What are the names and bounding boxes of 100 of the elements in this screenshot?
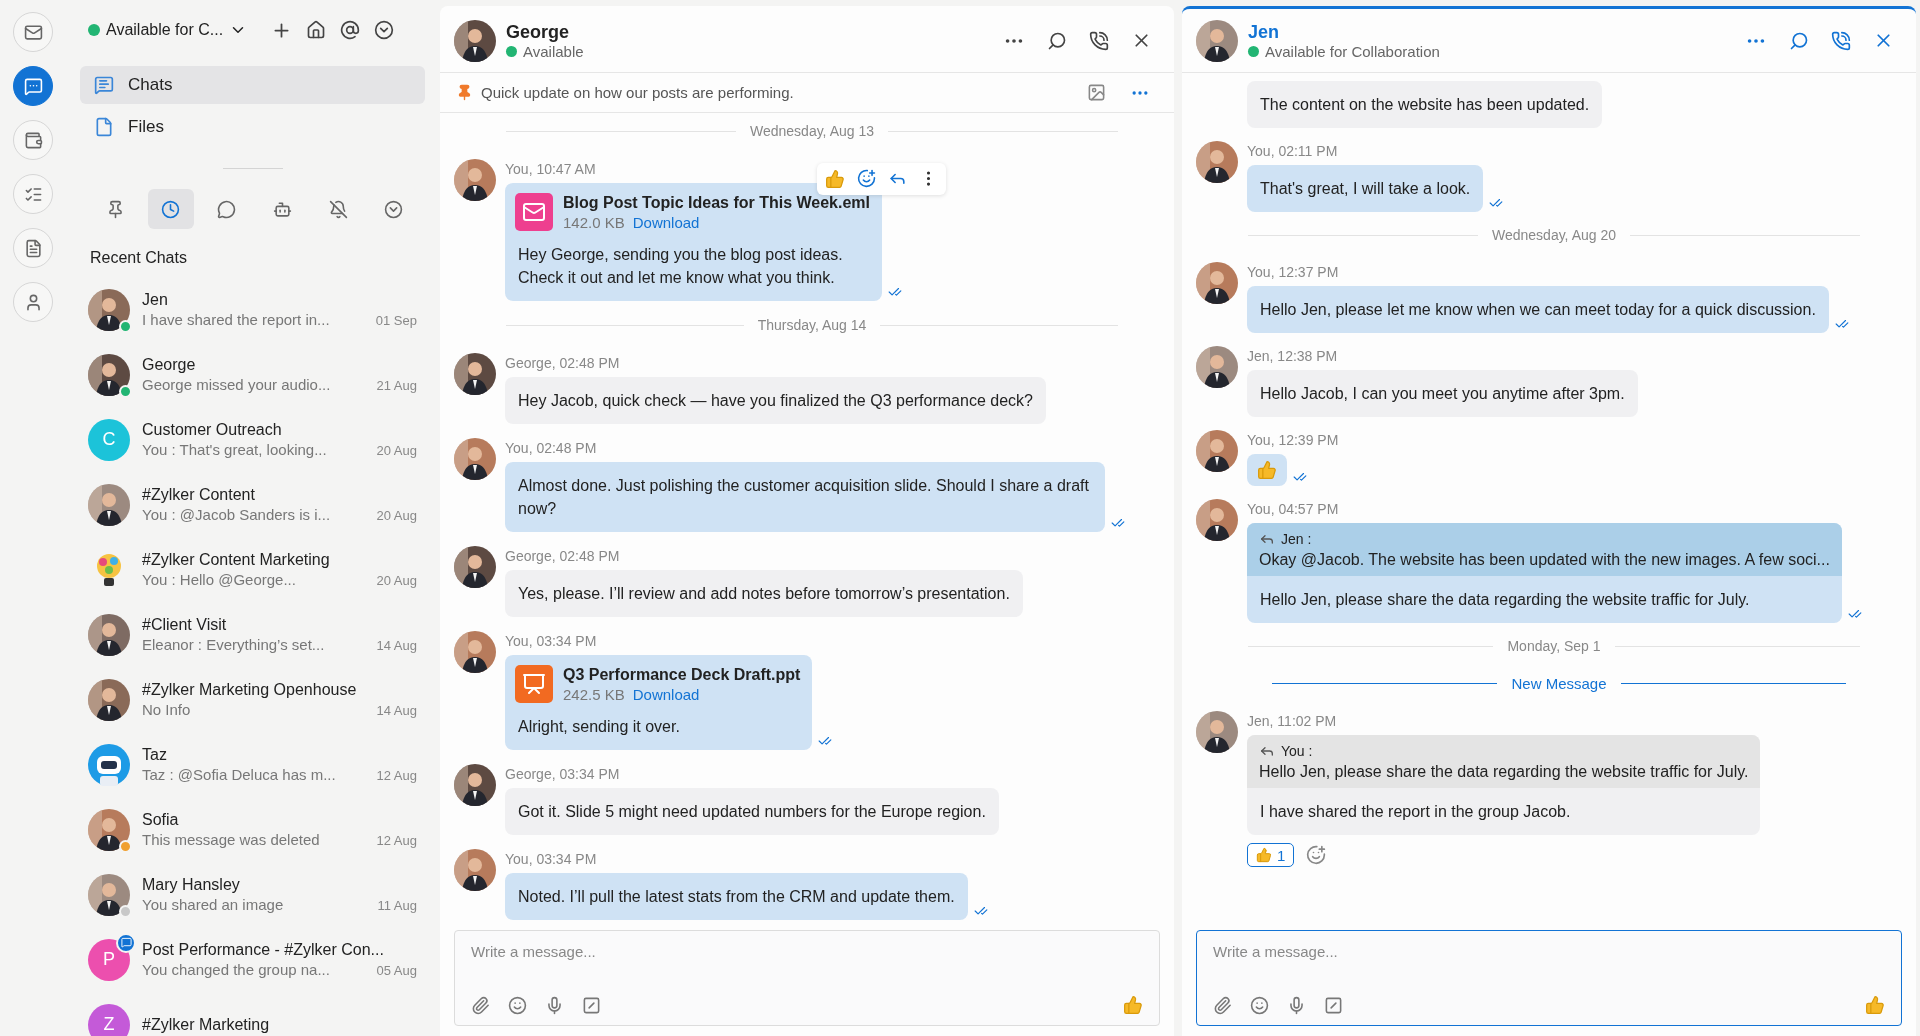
avatar: C bbox=[88, 418, 130, 461]
quote-text: Hello Jen, please share the data regarding the website traffic for July. bbox=[1259, 763, 1749, 781]
search-icon[interactable] bbox=[1789, 30, 1809, 51]
notes-icon[interactable] bbox=[13, 228, 53, 268]
chat-name: #Zylker Marketing bbox=[142, 1015, 271, 1034]
chat-date: 20 Aug bbox=[376, 573, 417, 588]
message-text: Hey George, sending you the blog post ideas. Check it out and let me know what you think. bbox=[517, 245, 844, 288]
chat-name: #Client Visit bbox=[142, 616, 228, 634]
chat-item[interactable]: #Client Visit Eleanor : Everything’s set... 14 Aug bbox=[80, 602, 425, 667]
message-input[interactable]: Write a message... bbox=[471, 943, 771, 960]
message-meta: Jen, 11:02 PM bbox=[1247, 713, 1338, 729]
chat-item[interactable]: Jen I have shared the report in... 01 Sep bbox=[80, 277, 425, 342]
chat-preview: You : @Jacob Sanders is i... bbox=[142, 506, 331, 523]
quote-author: You : bbox=[1281, 743, 1313, 759]
message-text: The content on the website has been updated. bbox=[1259, 95, 1591, 115]
add-reaction-icon[interactable] bbox=[1306, 845, 1327, 865]
chat-preview: You : That's great, looking... bbox=[142, 441, 327, 458]
at-sign-icon[interactable] bbox=[340, 20, 361, 40]
file-name: Q3 Performance Deck Draft.ppt bbox=[563, 665, 801, 684]
message-text: Yes, please. I’ll review and add notes before tomorrow’s presentation. bbox=[517, 584, 1011, 604]
microphone-icon[interactable] bbox=[1287, 995, 1306, 1015]
slash-command-icon[interactable] bbox=[1324, 995, 1343, 1015]
slash-command-icon[interactable] bbox=[582, 995, 601, 1015]
mail-icon[interactable] bbox=[13, 12, 53, 52]
chat-date: 20 Aug bbox=[376, 508, 417, 523]
message-text: Noted. I’ll pull the latest stats from the CRM and update them. bbox=[517, 887, 956, 907]
chat-date: 14 Aug bbox=[376, 638, 417, 653]
message-text: Hello Jacob, I can you meet you anytime after 3pm. bbox=[1259, 384, 1626, 404]
chevron-down-icon[interactable] bbox=[374, 20, 395, 40]
avatar: Z bbox=[88, 1003, 130, 1036]
chat-icon[interactable] bbox=[13, 66, 53, 106]
clock-filter-icon[interactable] bbox=[147, 189, 194, 229]
chat-name: Jen bbox=[142, 291, 169, 309]
chat-name: #Zylker Content Marketing bbox=[142, 551, 331, 569]
message-meta: You, 12:39 PM bbox=[1247, 432, 1339, 448]
chat-preview: No Info bbox=[142, 701, 191, 718]
download-link[interactable]: Download bbox=[632, 213, 700, 231]
nav-item[interactable]: Files bbox=[80, 108, 425, 146]
emoji-icon[interactable] bbox=[1250, 995, 1269, 1015]
chat-preview: I have shared the report in... bbox=[142, 311, 330, 328]
message-input[interactable]: Write a message... bbox=[1213, 943, 1513, 960]
chat-preview: Taz : @Sofia Deluca has m... bbox=[142, 766, 336, 783]
emoji-icon[interactable] bbox=[508, 995, 527, 1015]
attachment-icon[interactable] bbox=[1213, 995, 1232, 1015]
chat-preview: You changed the group na... bbox=[142, 961, 330, 978]
section-title: Recent Chats bbox=[89, 248, 188, 268]
chat-item[interactable]: C Customer Outreach You : That's great, looking... 20 Aug bbox=[80, 407, 425, 472]
message-meta: You, 12:37 PM bbox=[1247, 264, 1340, 280]
attachment-icon[interactable] bbox=[471, 995, 490, 1015]
chat-item[interactable]: Taz Taz : @Sofia Deluca has m... 12 Aug bbox=[80, 732, 425, 797]
message-meta: George, 02:48 PM bbox=[505, 355, 621, 371]
message-meta: You, 02:11 PM bbox=[1247, 143, 1339, 159]
phone-icon[interactable] bbox=[1089, 30, 1109, 51]
image-icon[interactable] bbox=[1087, 83, 1106, 102]
message-text: I have shared the report in the group Jacob. bbox=[1259, 802, 1572, 822]
message-meta: You, 10:47 AM bbox=[505, 161, 597, 177]
chat-name: #Zylker Marketing Openhouse bbox=[142, 681, 358, 699]
contact-status: Available bbox=[523, 42, 584, 60]
file-size: 142.0 KB bbox=[563, 213, 625, 231]
chat-item[interactable]: #Zylker Content You : @Jacob Sanders is i... 20 Aug bbox=[80, 472, 425, 537]
microphone-icon[interactable] bbox=[545, 995, 564, 1015]
chat-item[interactable]: #Zylker Content Marketing You : Hello @George... 20 Aug bbox=[80, 537, 425, 602]
search-icon[interactable] bbox=[1047, 30, 1067, 51]
chat-item[interactable]: #Zylker Marketing Openhouse No Info 14 Aug bbox=[80, 667, 425, 732]
message-text: Hello Jen, please let me know when we can meet today for a quick discussion. bbox=[1259, 300, 1817, 320]
tasks-icon[interactable] bbox=[13, 174, 53, 214]
thumbs-up-icon[interactable] bbox=[1865, 995, 1885, 1015]
message-meta: Jen, 12:38 PM bbox=[1247, 348, 1339, 364]
nav-item[interactable]: Chats bbox=[80, 66, 425, 104]
wallet-icon[interactable] bbox=[13, 120, 53, 160]
date-divider: Wednesday, Aug 20 bbox=[1492, 227, 1616, 243]
chat-name: Mary Hansley bbox=[142, 876, 241, 894]
chat-item[interactable]: Mary Hansley You shared an image 11 Aug bbox=[80, 862, 425, 927]
message-meta: You, 04:57 PM bbox=[1247, 501, 1340, 517]
phone-icon[interactable] bbox=[1831, 30, 1851, 51]
download-link[interactable]: Download bbox=[632, 685, 700, 703]
message-meta: George, 03:34 PM bbox=[505, 766, 621, 782]
chat-name: George bbox=[142, 356, 197, 374]
thumbs-up-icon[interactable] bbox=[1123, 995, 1143, 1015]
pin-icon bbox=[456, 84, 473, 101]
new-message-divider: New Message bbox=[1511, 675, 1607, 692]
contacts-icon[interactable] bbox=[13, 282, 53, 322]
chat-date: 14 Aug bbox=[376, 703, 417, 718]
contact-name: George bbox=[506, 21, 571, 43]
chat-date: 01 Sep bbox=[375, 313, 417, 328]
chat-item[interactable]: Sofia This message was deleted 12 Aug bbox=[80, 797, 425, 862]
message-text: Hello Jen, please share the data regarding the website traffic for July. bbox=[1259, 590, 1751, 610]
chat-item[interactable]: Z #Zylker Marketing bbox=[80, 992, 425, 1036]
message-text: That's great, I will take a look. bbox=[1259, 179, 1472, 199]
chat-name: Post Performance - #Zylker Con... bbox=[142, 941, 385, 959]
date-divider: Thursday, Aug 14 bbox=[757, 317, 867, 333]
status-selector[interactable]: Available for C... bbox=[88, 21, 248, 39]
chat-item[interactable]: P Post Performance - #Zylker Con... You changed the group na... 05 Aug bbox=[80, 927, 425, 992]
home-icon[interactable] bbox=[306, 20, 327, 40]
chat-date: 05 Aug bbox=[376, 963, 417, 978]
chat-item[interactable]: George George missed your audio... 21 Aug bbox=[80, 342, 425, 407]
reaction-chip[interactable]: 1 bbox=[1247, 843, 1295, 867]
chat-preview: You : Hello @George... bbox=[142, 571, 296, 588]
date-divider: Monday, Sep 1 bbox=[1507, 638, 1601, 654]
quote-author: Jen : bbox=[1281, 531, 1312, 547]
